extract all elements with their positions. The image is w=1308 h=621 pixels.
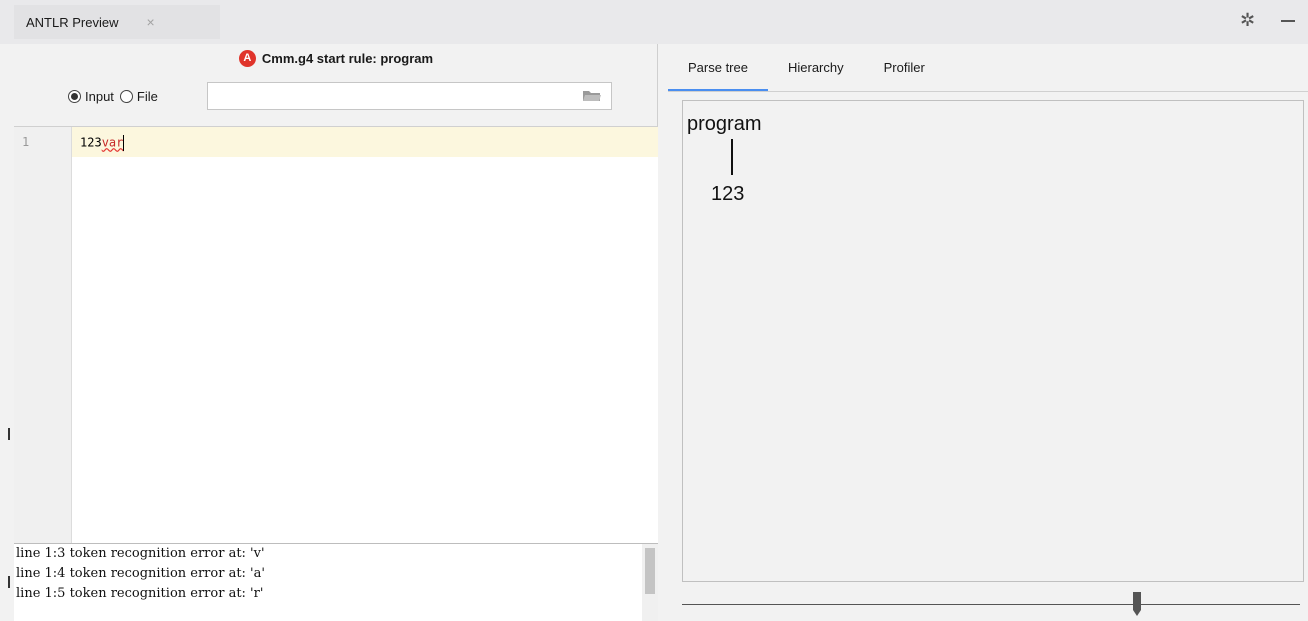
line-gutter: 1 bbox=[14, 127, 72, 544]
input-radio[interactable] bbox=[68, 89, 81, 103]
code-error-token: var bbox=[101, 135, 124, 150]
tab-bar: Parse tree Hierarchy Profiler bbox=[668, 44, 1308, 92]
tree-node-leaf[interactable]: 123 bbox=[711, 183, 744, 206]
tab-divider bbox=[668, 91, 1308, 92]
zoom-track bbox=[682, 604, 1300, 605]
error-console[interactable]: line 1:3 token recognition error at: 'v'… bbox=[14, 543, 658, 621]
file-path-field[interactable] bbox=[207, 82, 612, 110]
console-line: line 1:4 token recognition error at: 'a' bbox=[16, 566, 265, 581]
line-number: 1 bbox=[22, 135, 30, 149]
console-line: line 1:5 token recognition error at: 'r' bbox=[16, 586, 264, 601]
tool-window-header: ANTLR Preview × ✲ bbox=[0, 0, 1308, 44]
zoom-thumb[interactable] bbox=[1133, 592, 1141, 616]
parse-tree-view[interactable]: program 123 bbox=[682, 100, 1304, 582]
tool-window-title: ANTLR Preview bbox=[26, 14, 119, 30]
tool-window-tab[interactable]: ANTLR Preview × bbox=[14, 5, 220, 39]
tab-hierarchy[interactable]: Hierarchy bbox=[768, 44, 864, 92]
file-radio[interactable] bbox=[119, 89, 133, 103]
text-caret bbox=[123, 135, 125, 151]
console-scroll-thumb[interactable] bbox=[645, 548, 655, 594]
console-line: line 1:3 token recognition error at: 'v' bbox=[16, 546, 265, 561]
error-title-text: Cmm.g4 start rule: program bbox=[261, 51, 434, 66]
tree-node-root[interactable]: program bbox=[687, 113, 761, 136]
minimize-icon[interactable] bbox=[1281, 20, 1295, 22]
file-radio-label[interactable]: File bbox=[137, 89, 158, 104]
error-title: A Cmm.g4 start rule: program bbox=[14, 50, 658, 67]
current-line-highlight bbox=[72, 127, 658, 157]
gear-icon[interactable]: ✲ bbox=[1240, 10, 1255, 31]
edge-marker bbox=[8, 428, 10, 440]
input-panel: A Cmm.g4 start rule: program Input File … bbox=[14, 44, 658, 621]
input-editor[interactable]: 1 123var bbox=[14, 126, 658, 544]
antlr-error-icon: A bbox=[238, 50, 256, 67]
tab-profiler[interactable]: Profiler bbox=[864, 44, 945, 92]
console-scrollbar[interactable] bbox=[642, 544, 658, 621]
tab-parse-tree[interactable]: Parse tree bbox=[668, 44, 768, 92]
close-icon[interactable]: × bbox=[146, 14, 154, 30]
input-radio-label[interactable]: Input bbox=[85, 89, 114, 104]
folder-icon[interactable] bbox=[583, 90, 601, 102]
code-line[interactable]: 123var bbox=[80, 135, 125, 151]
tree-panel: Parse tree Hierarchy Profiler program 12… bbox=[668, 44, 1308, 621]
code-valid-token: 123 bbox=[80, 135, 102, 150]
zoom-slider[interactable] bbox=[682, 592, 1300, 616]
tree-edge bbox=[731, 139, 733, 175]
source-selector: Input File bbox=[68, 82, 164, 110]
edge-marker bbox=[8, 576, 10, 588]
